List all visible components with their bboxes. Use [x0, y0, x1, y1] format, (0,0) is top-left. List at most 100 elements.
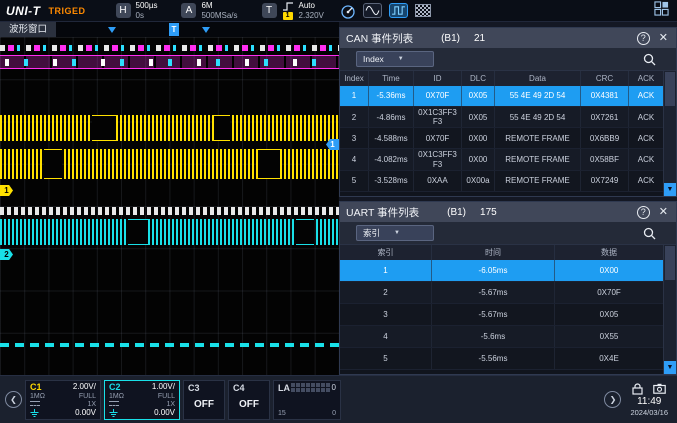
channel-scale: 1.00V/: [152, 383, 175, 391]
trigger-source-badge: 1: [283, 12, 293, 20]
table-row[interactable]: 4-4.082ms0X1C3FF3F30X00REMOTE FRAME0X58B…: [340, 149, 663, 170]
channel-3-block[interactable]: C3 OFF: [183, 380, 225, 420]
la-value: 0: [332, 383, 336, 392]
ch2-ground-marker[interactable]: 2: [0, 249, 13, 260]
col-id: ID: [414, 71, 462, 86]
col-time: Time: [369, 71, 414, 86]
uart-filter-dropdown[interactable]: 索引 ▼: [356, 225, 434, 241]
help-icon[interactable]: ?: [637, 32, 650, 45]
close-icon[interactable]: ✕: [659, 33, 668, 44]
table-row[interactable]: 1-5.36ms0X70F0X0555 4E 49 2D 540X4381ACK: [340, 86, 663, 107]
channel-impedance: 1MΩ: [109, 393, 124, 400]
col-crc: CRC: [581, 71, 629, 86]
channel-impedance: 1MΩ: [30, 393, 45, 400]
lock-icon[interactable]: [632, 383, 643, 395]
waveform-window: 波形窗口 T 1 2 1: [0, 22, 339, 375]
scrollbar-thumb[interactable]: [665, 72, 675, 106]
table-row[interactable]: 3-4.588ms0X70F0X00REMOTE FRAME0X6BB9ACK: [340, 128, 663, 149]
waveform-window-tab[interactable]: 波形窗口: [0, 22, 56, 37]
scroll-down-button[interactable]: ▼: [664, 361, 676, 374]
channel-label: C2: [109, 383, 121, 392]
event-list-panels: CAN 事件列表 (B1) 21 ? ✕ Index ▼ Index Time: [339, 22, 677, 375]
channel-probe: 1X: [166, 401, 175, 408]
search-icon[interactable]: [643, 227, 656, 240]
help-icon[interactable]: ?: [637, 206, 650, 219]
uart-panel-header: UART 事件列表 (B1) 175 ? ✕: [340, 202, 676, 222]
can-table-header: Index Time ID DLC Data CRC ACK: [340, 71, 663, 86]
acquire-settings-button[interactable]: A 6M 500MSa/s: [181, 2, 237, 20]
dc-coupling-icon: [109, 401, 119, 407]
can-filter-dropdown[interactable]: Index ▼: [356, 51, 434, 67]
rising-edge-icon: [282, 2, 294, 11]
bus2-position-marker[interactable]: [202, 27, 210, 33]
pulse-wave-icon[interactable]: [389, 3, 408, 18]
scrollbar-thumb[interactable]: [665, 246, 675, 280]
ch1-ground-marker[interactable]: 1: [0, 185, 13, 196]
channel-state: OFF: [194, 399, 214, 410]
close-icon[interactable]: ✕: [659, 207, 668, 218]
uart-event-count: 175: [480, 207, 497, 218]
table-row[interactable]: 2-4.86ms0X1C3FF3F30X0555 4E 49 2D 540X72…: [340, 107, 663, 128]
channel-label: C4: [233, 383, 265, 393]
uart-scrollbar[interactable]: ▼: [663, 245, 676, 374]
channel-2-block[interactable]: C21.00V/ 1MΩFULL 1X 0.00V: [104, 380, 180, 420]
ch2-trace: [0, 219, 339, 245]
table-row[interactable]: 5-5.56ms0X4E: [340, 348, 663, 370]
channel-bandwidth: FULL: [158, 393, 175, 400]
can-panel-toolbar: Index ▼: [340, 48, 676, 71]
clock-block: 11:49 2024/03/16: [630, 383, 668, 417]
horizontal-settings-button[interactable]: H 500µs 0s: [116, 2, 158, 20]
expand-right-button[interactable]: ❯: [604, 391, 621, 408]
trigger-mode-value: Auto: [299, 2, 324, 10]
bus1-position-marker[interactable]: [108, 27, 116, 33]
acquire-key: A: [181, 3, 196, 18]
can-filter-value: Index: [363, 54, 384, 64]
channel-1-block[interactable]: C12.00V/ 1MΩFULL 1X 0.00V: [25, 380, 101, 420]
channel-label: C1: [30, 383, 42, 392]
sample-rate-value: 500MSa/s: [201, 12, 237, 20]
trigger-status-label: TRIGED: [49, 6, 86, 16]
ground-icon: [30, 409, 39, 417]
trigger-settings-button[interactable]: T 1 Auto 2.320V: [262, 2, 324, 20]
table-row[interactable]: 2-5.67ms0X70F: [340, 282, 663, 304]
col-data: Data: [495, 71, 581, 86]
dither-pattern-icon[interactable]: [415, 4, 431, 17]
can-bus-label: (B1): [441, 33, 460, 44]
channel-state: OFF: [239, 399, 259, 410]
channel-label: C3: [188, 383, 220, 393]
can-panel-title: CAN 事件列表: [346, 31, 413, 46]
col-time: 时间: [432, 245, 555, 260]
table-row[interactable]: 3-5.67ms0X05: [340, 304, 663, 326]
col-data: 数据: [555, 245, 663, 260]
ch1-trace-lower: [0, 149, 339, 179]
waveform-display: 1 2 1: [0, 37, 339, 375]
trigger-key: T: [262, 3, 277, 18]
trigger-position-marker[interactable]: T: [169, 23, 179, 36]
waveform-header-strip: 波形窗口 T: [0, 22, 339, 37]
can-scrollbar[interactable]: ▼: [663, 71, 676, 196]
channel-probe: 1X: [87, 401, 96, 408]
trigger-level-value: 2.320V: [299, 12, 324, 20]
can-decode-trace: [0, 55, 339, 69]
collapse-left-button[interactable]: ❮: [5, 391, 22, 408]
col-dlc: DLC: [462, 71, 495, 86]
chevron-down-icon: ▼: [398, 56, 404, 62]
sine-wave-icon[interactable]: [363, 3, 382, 18]
scroll-down-button[interactable]: ▼: [664, 183, 676, 196]
channel-4-block[interactable]: C4 OFF: [228, 380, 270, 420]
table-row[interactable]: 5-3.528ms0XAA0X00aREMOTE FRAME0X7249ACK: [340, 171, 663, 192]
frequency-gauge-icon[interactable]: [340, 3, 356, 19]
search-icon[interactable]: [643, 53, 656, 66]
table-row[interactable]: 4-5.6ms0X55: [340, 326, 663, 348]
logic-analyzer-block[interactable]: LA 0 15 0: [273, 380, 341, 420]
brand-logo: UNI-T: [6, 4, 41, 18]
window-layout-icon[interactable]: [654, 1, 669, 21]
horizontal-offset-value: 0s: [136, 12, 158, 20]
screenshot-camera-icon[interactable]: [653, 383, 666, 394]
la-bit-low: 0: [332, 410, 336, 417]
uart-table-body: 1-6.05ms0X00 2-5.67ms0X70F 3-5.67ms0X05 …: [340, 260, 663, 370]
table-row[interactable]: 1-6.05ms0X00: [340, 260, 663, 282]
channel-bandwidth: FULL: [79, 393, 96, 400]
col-ack: ACK: [629, 71, 663, 86]
ground-icon: [109, 409, 118, 417]
